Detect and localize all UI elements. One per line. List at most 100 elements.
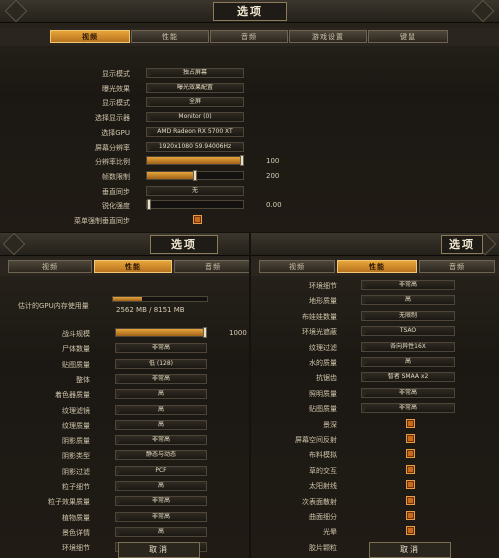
performance-settings-panel: 选项 视频 性能 音频 估计的GPU内存使用量 2562 MB / 8151 M… — [0, 233, 249, 558]
cancel-button[interactable]: 取消 — [118, 542, 200, 558]
tab-video[interactable]: 视频 — [259, 260, 335, 273]
setting-dropdown[interactable]: 无限制 — [361, 311, 455, 321]
setting-label: 贴图质量 — [309, 405, 337, 413]
setting-label: 阴影类型 — [62, 452, 90, 460]
slider-fill — [147, 172, 195, 179]
tab-keyboard-mouse[interactable]: 键鼠 — [368, 30, 448, 43]
setting-dropdown[interactable]: AMD Radeon RX 5700 XT — [146, 127, 244, 137]
setting-checkbox[interactable] — [406, 465, 415, 474]
setting-dropdown[interactable]: TSAO — [361, 326, 455, 336]
setting-dropdown[interactable]: 非常高 — [115, 343, 207, 353]
setting-dropdown[interactable]: 非常高 — [115, 435, 207, 445]
tab-audio[interactable]: 音频 — [210, 30, 288, 43]
setting-dropdown[interactable]: 非常高 — [115, 512, 207, 522]
setting-label: 纹理滤镜 — [62, 407, 90, 415]
setting-dropdown[interactable]: 非常高 — [115, 496, 207, 506]
setting-label: 光晕 — [323, 528, 337, 536]
setting-dropdown[interactable]: 高 — [115, 527, 207, 537]
setting-dropdown[interactable]: 独占屏幕 — [146, 68, 244, 78]
tab-performance[interactable]: 性能 — [337, 260, 417, 273]
setting-dropdown[interactable]: PCF — [115, 466, 207, 476]
setting-dropdown[interactable]: 非常高 — [361, 280, 455, 290]
setting-slider[interactable] — [115, 327, 207, 338]
tab-game-settings[interactable]: 游戏设置 — [289, 30, 367, 43]
tab-bar: 视频 性能 音频 游戏设置 键鼠 — [0, 28, 499, 46]
setting-checkbox[interactable] — [406, 496, 415, 505]
setting-label: 环境细节 — [309, 282, 337, 290]
slider-handle[interactable] — [147, 199, 151, 210]
setting-dropdown[interactable]: 高 — [115, 420, 207, 430]
setting-label: 阴影过滤 — [62, 468, 90, 476]
slider-handle[interactable] — [203, 327, 207, 338]
tab-audio[interactable]: 音频 — [174, 260, 249, 273]
setting-checkbox[interactable] — [406, 434, 415, 443]
setting-dropdown[interactable]: 智者 SMAA x2 — [361, 372, 455, 382]
setting-checkbox[interactable] — [406, 449, 415, 458]
setting-label: 显示模式 — [102, 70, 130, 78]
setting-dropdown[interactable]: Monitor (0) — [146, 112, 244, 122]
panel-title: 选项 — [213, 2, 287, 21]
setting-label: 贴图质量 — [62, 361, 90, 369]
setting-dropdown[interactable]: 高 — [115, 405, 207, 415]
slider-handle[interactable] — [193, 170, 197, 181]
setting-dropdown[interactable]: 无 — [146, 186, 244, 196]
setting-label: 选择显示器 — [95, 114, 130, 122]
setting-label: 尸体数量 — [62, 345, 90, 353]
vram-usage-text: 2562 MB / 8151 MB — [116, 306, 185, 314]
panel-title: 选项 — [150, 235, 218, 254]
cancel-button[interactable]: 取消 — [369, 542, 451, 558]
setting-dropdown[interactable]: 高 — [361, 295, 455, 305]
setting-label: 屏幕空间反射 — [295, 436, 337, 444]
setting-label: 着色器质量 — [55, 391, 90, 399]
setting-checkbox[interactable] — [406, 480, 415, 489]
setting-dropdown[interactable]: 曝光效果配置 — [146, 83, 244, 93]
setting-label: 整体 — [76, 376, 90, 384]
setting-label: 帧数限制 — [102, 173, 130, 181]
setting-label: 屏幕分辨率 — [95, 144, 130, 152]
setting-dropdown[interactable]: 低 (128) — [115, 359, 207, 369]
setting-label: 环境细节 — [62, 544, 90, 552]
setting-slider[interactable] — [146, 155, 244, 166]
setting-dropdown[interactable]: 非常高 — [361, 403, 455, 413]
setting-value: 1000 — [229, 329, 247, 337]
setting-label: 抗锯齿 — [316, 374, 337, 382]
setting-dropdown[interactable]: 全屏 — [146, 97, 244, 107]
performance-settings-panel-scrolled: 选项 视频 性能 音频 环境细节 非常高 地形质量高布娃娃数量 无限制 环境光遮蔽 TSA… — [251, 233, 499, 558]
setting-dropdown[interactable]: 高 — [115, 389, 207, 399]
setting-label: 景色详情 — [62, 529, 90, 537]
setting-value: 0.00 — [266, 201, 282, 209]
tab-video[interactable]: 视频 — [50, 30, 130, 43]
setting-slider[interactable] — [146, 199, 244, 210]
setting-label: 战斗规模 — [62, 330, 90, 338]
setting-dropdown[interactable]: 各向异性16X — [361, 342, 455, 352]
setting-label: 草的交互 — [309, 467, 337, 475]
setting-dropdown[interactable]: 静态与动态 — [115, 450, 207, 460]
setting-dropdown[interactable]: 高 — [115, 481, 207, 491]
setting-checkbox[interactable] — [193, 215, 202, 224]
setting-label: 菜单强制垂直同步 — [74, 217, 130, 225]
setting-label: 环境光遮蔽 — [302, 328, 337, 336]
setting-value: 100 — [266, 157, 280, 165]
setting-checkbox[interactable] — [406, 526, 415, 535]
setting-label: 粒子效果质量 — [48, 498, 90, 506]
tab-performance[interactable]: 性能 — [131, 30, 209, 43]
tab-video[interactable]: 视频 — [8, 260, 92, 273]
slider-fill — [116, 329, 206, 336]
slider-fill — [147, 157, 243, 164]
setting-value: 200 — [266, 172, 280, 180]
setting-dropdown[interactable]: 1920x1080 59.94006Hz — [146, 142, 244, 152]
tab-performance[interactable]: 性能 — [94, 260, 172, 273]
setting-checkbox[interactable] — [406, 511, 415, 520]
tab-bar: 视频 性能 音频 — [251, 258, 499, 276]
setting-dropdown[interactable]: 非常高 — [361, 388, 455, 398]
setting-dropdown[interactable]: 非常高 — [115, 374, 207, 384]
setting-label: 景深 — [323, 421, 337, 429]
slider-handle[interactable] — [240, 155, 244, 166]
setting-checkbox[interactable] — [406, 419, 415, 428]
setting-dropdown[interactable]: 高 — [361, 357, 455, 367]
setting-label: 布料模拟 — [309, 451, 337, 459]
tab-bar: 视频 性能 音频 — [0, 258, 249, 276]
video-settings-panel: 选项 视频 性能 音频 游戏设置 键鼠 显示模式 独占屏幕 曝光效果 曝光效果配置 显示… — [0, 0, 499, 232]
setting-slider[interactable] — [146, 170, 244, 181]
tab-audio[interactable]: 音频 — [419, 260, 495, 273]
